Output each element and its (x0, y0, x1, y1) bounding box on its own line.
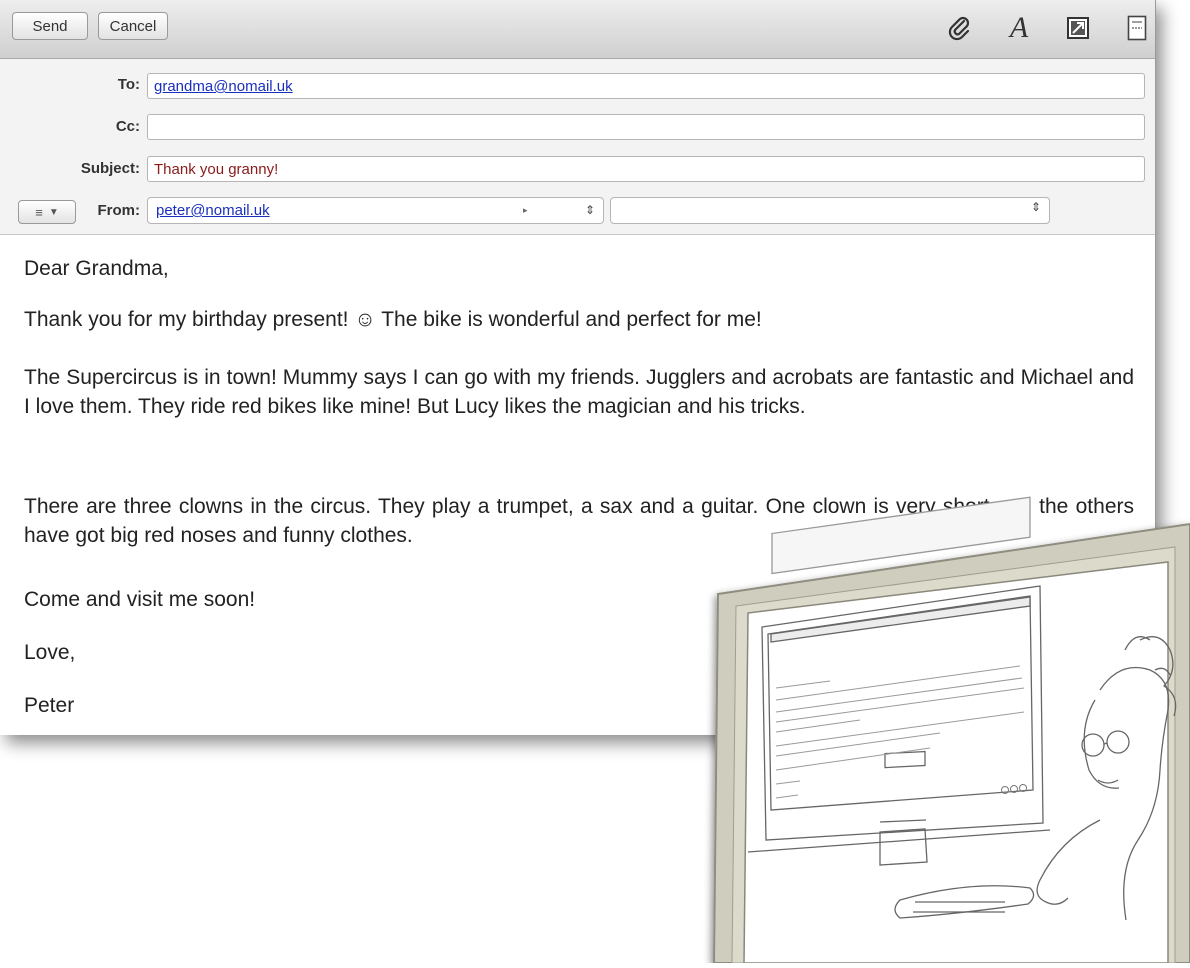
from-address: peter@nomail.uk (156, 202, 270, 219)
to-address[interactable]: grandma@nomail.uk (154, 78, 293, 95)
message-headers: To: grandma@nomail.uk Cc: Subject: Thank… (0, 59, 1155, 235)
paragraph-1: Thank you for my birthday present! ☺ The… (24, 308, 762, 331)
caret-icon: ▸ (523, 205, 528, 215)
mail-compose-window: Send Cancel A To: grandma@nomail.uk Cc: … (0, 0, 1156, 735)
signature-select[interactable]: ⇕ (610, 197, 1050, 224)
font-icon[interactable]: A (1005, 11, 1033, 44)
signoff-text: Love, (24, 641, 76, 664)
greeting-text: Dear Grandma, (24, 257, 169, 280)
send-button[interactable]: Send (12, 12, 88, 40)
updown-arrows-icon: ⇕ (584, 203, 595, 217)
subject-label: Subject: (80, 160, 140, 177)
message-body[interactable]: Dear Grandma, Thank you for my birthday … (0, 236, 1155, 735)
subject-field[interactable]: Thank you granny! (147, 156, 1145, 182)
paperclip-icon[interactable] (946, 14, 974, 42)
to-label: To: (117, 76, 140, 93)
to-field[interactable]: grandma@nomail.uk (147, 73, 1145, 99)
paragraph-3: There are three clowns in the circus. Th… (24, 495, 1134, 547)
stationery-icon[interactable] (1123, 14, 1151, 42)
from-label: From: (97, 202, 141, 219)
cancel-button[interactable]: Cancel (98, 12, 168, 40)
paragraph-2: The Supercircus is in town! Mummy says I… (24, 366, 1134, 418)
from-account-select[interactable]: peter@nomail.uk ▸ ⇕ (147, 197, 604, 224)
closing-text: Come and visit me soon! (24, 588, 256, 611)
subject-value: Thank you granny! (154, 161, 279, 178)
cc-field[interactable] (147, 114, 1145, 140)
updown-arrows-icon: ⇕ (1030, 200, 1041, 214)
photo-browser-icon[interactable] (1064, 14, 1092, 42)
cc-label: Cc: (115, 118, 140, 135)
compose-toolbar: Send Cancel A (0, 0, 1155, 59)
signature-text: Peter (24, 694, 75, 717)
